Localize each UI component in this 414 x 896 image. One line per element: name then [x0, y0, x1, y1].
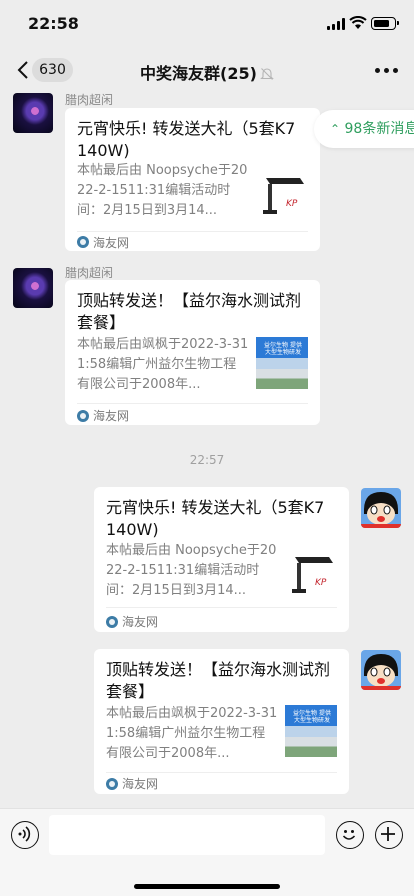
card-source: 海友网 — [93, 409, 130, 423]
message-timestamp: 22:57 — [189, 453, 225, 467]
sender-name: 腊肉超闲 — [65, 93, 114, 107]
link-card[interactable]: 元宵快乐! 转发送大礼（5套K7 140W) 本帖最后由 Noopsyche于2… — [94, 487, 349, 632]
sender-avatar[interactable] — [13, 93, 53, 133]
card-divider — [77, 231, 308, 232]
card-title: 元宵快乐! 转发送大礼（5套K7 140W) — [106, 498, 325, 539]
message-input[interactable] — [49, 815, 325, 855]
card-divider — [106, 772, 337, 773]
source-globe-icon — [77, 236, 89, 248]
card-thumbnail: 益尔生物 提供大型生物研发 — [256, 337, 308, 389]
card-description: 本帖最后由飒枫于2022-3-311:58编辑广州益尔生物工程有限公司于2008… — [106, 706, 278, 761]
wifi-icon — [349, 16, 367, 29]
svg-text:KP: KP — [315, 578, 327, 588]
card-source: 海友网 — [93, 236, 130, 250]
source-globe-icon — [106, 778, 118, 790]
more-actions-button[interactable] — [375, 821, 403, 849]
card-description: 本帖最后由 Noopsyche于2022-2-1511:31编辑活动时间：2月1… — [106, 543, 277, 598]
card-description: 本帖最后由 Noopsyche于2022-2-1511:31编辑活动时间：2月1… — [77, 163, 248, 218]
svg-text:KP: KP — [286, 199, 298, 209]
sender-name: 腊肉超闲 — [65, 266, 114, 280]
link-card[interactable]: 顶贴转发送！【益尔海水测试剂套餐】 本帖最后由飒枫于2022-3-311:58编… — [65, 280, 320, 425]
chat-title: 中奖海友群(25) — [0, 60, 414, 84]
voice-input-button[interactable] — [11, 821, 39, 849]
card-title: 元宵快乐! 转发送大礼（5套K7 140W) — [77, 119, 296, 160]
card-thumbnail: 益尔生物 提供大型生物研发 — [285, 705, 337, 757]
card-thumbnail: KP — [285, 549, 337, 601]
card-source: 海友网 — [122, 777, 159, 791]
card-description: 本帖最后由飒枫于2022-3-311:58编辑广州益尔生物工程有限公司于2008… — [77, 337, 249, 392]
my-avatar[interactable] — [361, 650, 401, 690]
input-bar — [0, 808, 414, 896]
source-globe-icon — [77, 410, 89, 422]
thumbnail-text: 益尔生物 提供大型生物研发 — [264, 342, 302, 356]
my-avatar[interactable] — [361, 488, 401, 528]
card-divider — [106, 607, 337, 608]
link-card[interactable]: 顶贴转发送！【益尔海水测试剂套餐】 本帖最后由飒枫于2022-3-311:58编… — [94, 649, 349, 794]
card-title: 顶贴转发送！【益尔海水测试剂套餐】 — [77, 291, 302, 332]
emoji-button[interactable] — [336, 821, 364, 849]
sender-avatar[interactable] — [13, 268, 53, 308]
status-time: 22:58 — [28, 14, 79, 33]
home-indicator — [134, 884, 280, 889]
plus-icon — [381, 827, 396, 842]
avatar-cartoon-icon — [361, 654, 401, 690]
source-globe-icon — [106, 616, 118, 628]
thumbnail-text: 益尔生物 提供大型生物研发 — [293, 710, 331, 724]
more-icon[interactable] — [375, 68, 398, 74]
card-source: 海友网 — [122, 615, 159, 629]
card-thumbnail: KP — [256, 170, 308, 222]
cellular-signal-icon — [327, 18, 347, 30]
new-messages-label: 98条新消息 — [344, 121, 414, 137]
card-title: 顶贴转发送！【益尔海水测试剂套餐】 — [106, 660, 331, 701]
link-card[interactable]: 元宵快乐! 转发送大礼（5套K7 140W) 本帖最后由 Noopsyche于2… — [65, 108, 320, 251]
message-list[interactable]: 腊肉超闲 元宵快乐! 转发送大礼（5套K7 140W) 本帖最后由 Noopsy… — [0, 92, 414, 808]
status-bar: 22:58 — [0, 0, 414, 48]
avatar-cartoon-icon — [361, 492, 401, 528]
card-divider — [77, 403, 308, 404]
emoji-icon — [343, 830, 356, 841]
voice-icon — [18, 826, 31, 843]
new-messages-button[interactable]: ⌃ 98条新消息 — [314, 110, 414, 148]
chat-title-text: 中奖海友群(25) — [140, 64, 257, 83]
mute-bell-icon — [260, 68, 274, 80]
double-chevron-up-icon: ⌃ — [330, 122, 341, 136]
battery-icon — [371, 17, 399, 30]
chat-header: 630 中奖海友群(25) — [0, 48, 414, 92]
